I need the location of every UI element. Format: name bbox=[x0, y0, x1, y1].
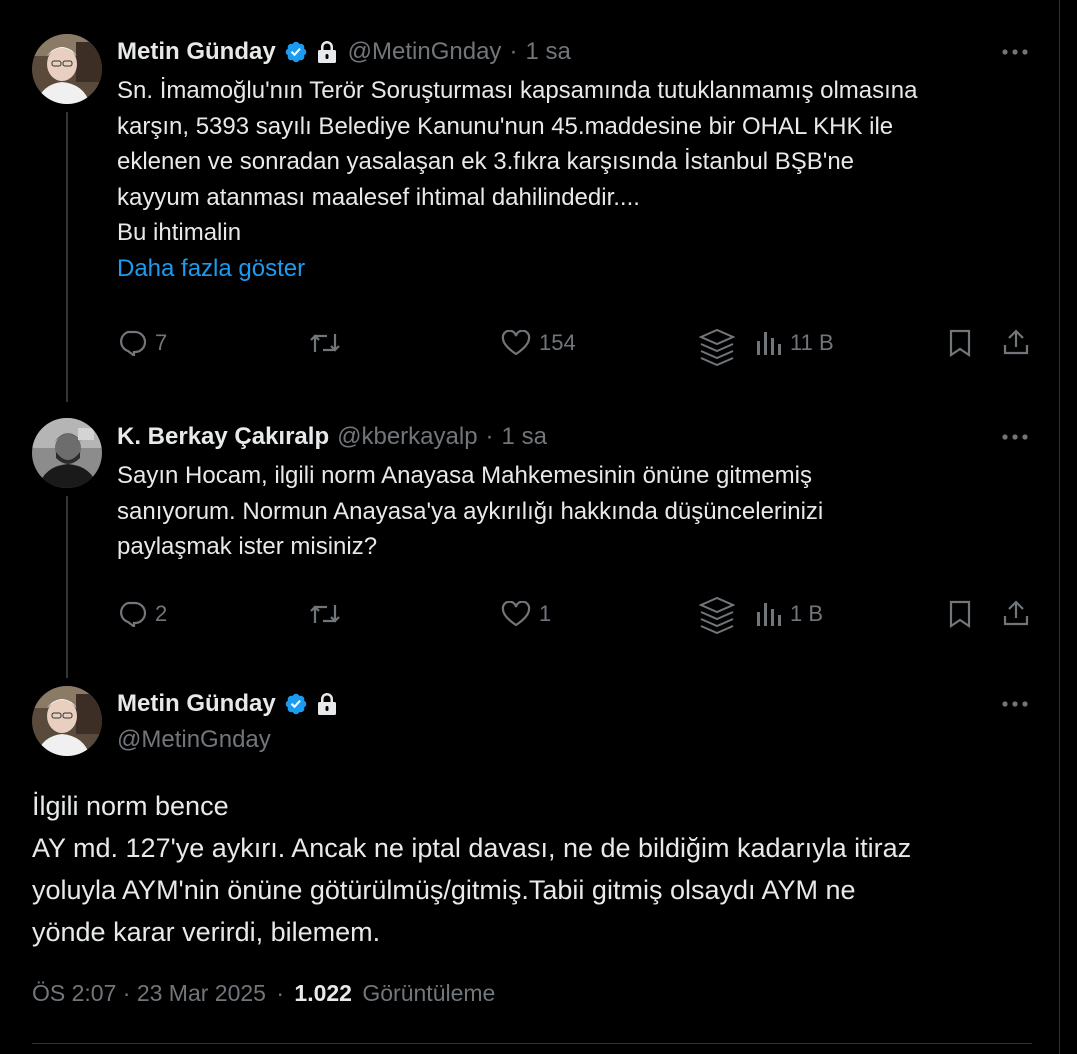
grok-icon bbox=[699, 328, 735, 366]
views-button[interactable]: 11 B bbox=[756, 330, 834, 356]
views-label: Görüntüleme bbox=[362, 980, 496, 1006]
like-count: 1 bbox=[539, 601, 552, 626]
lock-icon bbox=[316, 40, 338, 64]
timestamp[interactable]: 1 sa bbox=[502, 423, 547, 451]
grok-icon bbox=[699, 596, 735, 634]
views-button[interactable]: 1 B bbox=[756, 601, 823, 627]
author-name[interactable]: Metin Günday bbox=[117, 690, 276, 718]
author-handle[interactable]: @MetinGnday bbox=[348, 38, 502, 66]
separator-dot: · bbox=[485, 423, 494, 450]
views-count: 1 B bbox=[790, 601, 824, 626]
more-icon[interactable] bbox=[1000, 37, 1030, 67]
bookmark-icon bbox=[949, 600, 971, 628]
author-handle[interactable]: @kberkayalp bbox=[337, 423, 477, 451]
bookmark-icon bbox=[949, 329, 971, 357]
views-icon bbox=[757, 603, 781, 626]
verified-badge-icon bbox=[284, 692, 308, 716]
grok-button[interactable] bbox=[699, 328, 735, 366]
views-count: 11 B bbox=[790, 330, 834, 355]
more-icon[interactable] bbox=[1000, 689, 1030, 719]
tweet-header: K. Berkay Çakıralp @kberkayalp · 1 sa bbox=[117, 421, 547, 453]
timestamp[interactable]: 1 sa bbox=[525, 38, 570, 66]
like-button[interactable]: 154 bbox=[501, 330, 576, 356]
retweet-icon bbox=[310, 605, 340, 623]
share-icon bbox=[1003, 329, 1029, 355]
verified-badge-icon bbox=[284, 40, 308, 64]
tweet-header: Metin Günday @MetinGnday · 1 sa bbox=[117, 36, 571, 68]
author-name[interactable]: K. Berkay Çakıralp bbox=[117, 423, 329, 451]
thread-line bbox=[66, 496, 68, 678]
retweet-icon bbox=[310, 334, 340, 352]
tweet-header: Metin Günday bbox=[117, 688, 338, 720]
avatar[interactable] bbox=[32, 418, 102, 488]
share-button[interactable] bbox=[1002, 599, 1030, 627]
like-button[interactable]: 1 bbox=[501, 601, 551, 627]
reply-icon bbox=[120, 330, 147, 356]
grok-button[interactable] bbox=[699, 596, 735, 634]
like-icon bbox=[501, 601, 531, 627]
retweet-button[interactable] bbox=[309, 601, 349, 627]
views-icon bbox=[757, 332, 781, 355]
divider bbox=[32, 1043, 1032, 1044]
tweet-text: Sayın Hocam, ilgili norm Anayasa Mahkeme… bbox=[117, 462, 824, 560]
reply-button[interactable]: 7 bbox=[117, 330, 167, 356]
lock-icon bbox=[316, 692, 338, 716]
bookmark-button[interactable] bbox=[948, 329, 972, 357]
avatar[interactable] bbox=[32, 686, 102, 756]
reply-button[interactable]: 2 bbox=[117, 601, 167, 627]
bookmark-button[interactable] bbox=[948, 600, 972, 628]
views-count: 1.022 bbox=[294, 980, 352, 1006]
reply-count: 2 bbox=[155, 601, 168, 626]
column-border bbox=[1059, 0, 1060, 1054]
show-more-link[interactable]: Daha fazla göster bbox=[117, 255, 305, 283]
tweet-text: Sn. İmamoğlu'nın Terör Soruşturması kaps… bbox=[117, 77, 918, 246]
timestamp[interactable]: ÖS 2:07 · 23 Mar 2025 bbox=[32, 980, 266, 1006]
action-bar: 2 1 1 B bbox=[0, 595, 1077, 635]
retweet-button[interactable] bbox=[309, 330, 349, 356]
avatar[interactable] bbox=[32, 34, 102, 104]
like-count: 154 bbox=[539, 330, 576, 355]
reply-count: 7 bbox=[155, 330, 168, 355]
tweet-text: İlgili norm bence AY md. 127'ye aykırı. … bbox=[32, 791, 912, 947]
reply-icon bbox=[120, 601, 147, 627]
more-icon[interactable] bbox=[1000, 422, 1030, 452]
share-button[interactable] bbox=[1002, 328, 1030, 356]
action-bar: 7 154 11 B bbox=[0, 323, 1077, 366]
separator-dot: · bbox=[276, 980, 285, 1006]
share-icon bbox=[1003, 600, 1029, 626]
like-icon bbox=[501, 330, 531, 356]
author-name[interactable]: Metin Günday bbox=[117, 38, 276, 66]
author-handle[interactable]: @MetinGnday bbox=[117, 726, 271, 754]
separator-dot: · bbox=[509, 38, 518, 65]
tweet-meta: ÖS 2:07 · 23 Mar 2025 · 1.022 Görüntülem… bbox=[32, 980, 495, 1007]
